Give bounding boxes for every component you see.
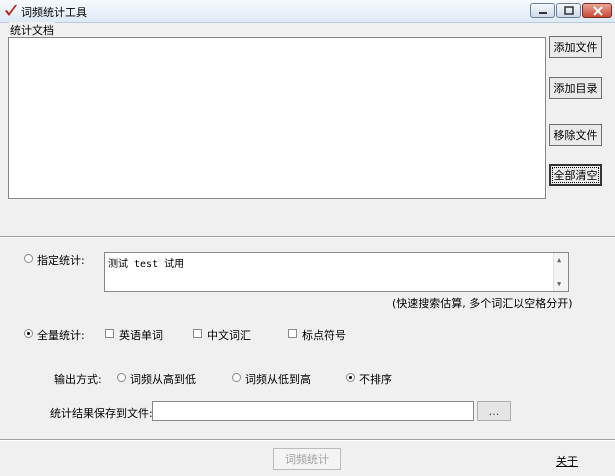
maximize-button[interactable] [556,3,581,18]
specified-stats-radio[interactable] [24,254,33,263]
add-directory-button[interactable]: 添加目录 [549,77,602,99]
no-sort-radio[interactable] [346,373,355,382]
specified-stats-label: 指定统计: [37,254,85,267]
remove-file-button[interactable]: 移除文件 [549,124,602,146]
full-stats-label: 全量统计: [37,329,85,342]
clear-all-button[interactable]: 全部清空 [549,164,602,186]
specified-words-text: 测试 test 试用 [108,259,185,270]
punctuation-label: 标点符号 [302,329,346,342]
scroll-up-icon[interactable]: ▲ [557,256,561,264]
add-file-button[interactable]: 添加文件 [549,36,602,58]
output-method-label: 输出方式: [54,373,102,386]
no-sort-label: 不排序 [359,373,392,386]
document-list[interactable] [8,37,546,199]
run-stats-button[interactable]: 词频统计 [273,448,341,470]
window-title: 词频统计工具 [21,6,87,19]
browse-button[interactable]: ... [477,401,511,421]
textarea-scrollbar[interactable]: ▲ ▼ [553,253,568,291]
documents-group-label: 统计文档 [9,22,55,38]
close-icon [593,6,603,16]
english-words-checkbox[interactable] [105,329,114,338]
scroll-down-icon[interactable]: ▼ [557,280,561,288]
chinese-words-label: 中文词汇 [207,329,251,342]
section-divider [0,236,615,238]
english-words-label: 英语单词 [119,329,163,342]
specified-hint: (快速搜索估算, 多个词汇以空格分开) [392,297,573,310]
minimize-icon [539,12,547,14]
app-check-icon [5,5,17,16]
sort-asc-radio[interactable] [232,373,241,382]
maximize-icon [564,6,574,15]
minimize-button[interactable] [530,3,555,18]
title-bar[interactable]: 词频统计工具 [0,0,615,23]
full-stats-radio[interactable] [24,329,33,338]
sort-desc-radio[interactable] [117,373,126,382]
sort-desc-label: 词频从高到低 [130,373,196,386]
save-file-label: 统计结果保存到文件: [50,407,153,420]
punctuation-checkbox[interactable] [288,329,297,338]
save-file-input[interactable] [152,401,474,421]
sort-asc-label: 词频从低到高 [245,373,311,386]
about-link[interactable]: 关于 [556,453,578,469]
footer-divider [0,439,615,441]
specified-words-input[interactable]: 测试 test 试用 ▲ ▼ [104,252,569,292]
close-button[interactable] [582,3,612,18]
chinese-words-checkbox[interactable] [193,329,202,338]
